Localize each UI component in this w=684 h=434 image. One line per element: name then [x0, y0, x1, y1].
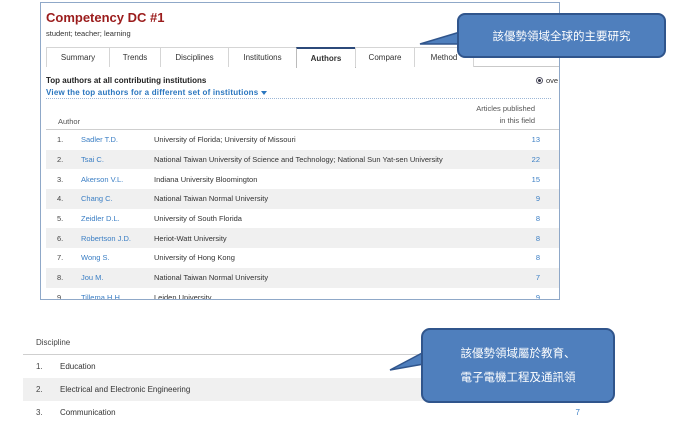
- article-count-link[interactable]: 8: [524, 234, 540, 243]
- table-row: 2. Tsai C. National Taiwan University of S…: [46, 149, 559, 170]
- row-number: 6.: [57, 233, 64, 243]
- radio-selected-icon[interactable]: [536, 77, 543, 84]
- column-header-discipline[interactable]: Discipline: [36, 338, 70, 347]
- author-name-link[interactable]: Tsai C.: [81, 155, 154, 164]
- article-count-link[interactable]: 9: [524, 194, 540, 203]
- institution-name: National Taiwan University of Science an…: [154, 155, 443, 165]
- author-name-link[interactable]: Chang C.: [81, 194, 154, 203]
- author-table: 1. Sadler T.D. University of Florida; Univ…: [46, 130, 559, 300]
- institution-name: University of Hong Kong: [154, 253, 235, 263]
- author-name-link[interactable]: Robertson J.D.: [81, 234, 154, 243]
- row-number: 7.: [57, 253, 64, 263]
- table-row: 3. Akerson V.L. Indiana University Bloomin…: [46, 169, 559, 189]
- discipline-name: Communication: [60, 408, 116, 417]
- callout-arrow-icon: [419, 30, 461, 45]
- overview-radio-option[interactable]: ove: [536, 76, 558, 85]
- row-number: 8.: [57, 273, 64, 283]
- callout-line-2: 電子電機工程及通訊領: [460, 371, 576, 384]
- table-row: 4. Chang C. National Taiwan Normal Univers…: [46, 189, 559, 209]
- institution-name: Leiden University: [154, 292, 212, 300]
- article-count-link[interactable]: 15: [524, 175, 540, 184]
- radio-label: ove: [546, 76, 559, 85]
- tab-institutions[interactable]: Institutions: [228, 47, 297, 67]
- table-row: 6. Robertson J.D. Heriot-Watt University 8: [46, 228, 559, 249]
- callout-research-note: 該優勢領域全球的主要研究: [457, 13, 666, 58]
- institution-name: National Taiwan Normal University: [154, 194, 269, 204]
- table-row: 1. Sadler T.D. University of Florida; Univ…: [46, 130, 559, 150]
- row-number: 2.: [36, 385, 43, 394]
- row-number: 5.: [57, 214, 64, 224]
- table-row: 8. Jou M. National Taiwan Normal Universit…: [46, 267, 559, 288]
- row-number: 1.: [57, 135, 64, 145]
- table-row: 9. Tillema H.H. Leiden University 9: [46, 288, 559, 300]
- page-title: Competency DC #1: [46, 10, 165, 25]
- tab-disciplines[interactable]: Disciplines: [160, 47, 229, 67]
- row-number: 1.: [36, 362, 43, 371]
- list-item: 3. Communication 7: [23, 401, 588, 424]
- section-heading: Top authors at all contributing institut…: [46, 76, 207, 85]
- page-subtitle: student; teacher; learning: [46, 29, 131, 38]
- author-name-link[interactable]: Jou M.: [81, 273, 154, 282]
- author-name-link[interactable]: Sadler T.D.: [81, 135, 154, 144]
- change-institutions-link[interactable]: View the top authors for a different set…: [46, 88, 268, 97]
- table-row: 7. Wong S. University of Hong Kong 8: [46, 248, 559, 268]
- author-name-link[interactable]: Zeidler D.L.: [81, 214, 154, 223]
- article-count-link[interactable]: 8: [524, 253, 540, 262]
- institution-name: National Taiwan Normal University: [154, 273, 269, 283]
- institution-name: University of Florida; University of Mis…: [154, 135, 296, 145]
- row-number: 9.: [57, 292, 64, 300]
- dotted-divider: [46, 98, 551, 99]
- author-name-link[interactable]: Tillema H.H.: [81, 293, 154, 299]
- table-row: 5. Zeidler D.L. University of South Florid…: [46, 209, 559, 229]
- tab-trends[interactable]: Trends: [109, 47, 161, 67]
- article-count-link[interactable]: 13: [524, 135, 540, 144]
- column-header-articles[interactable]: Articles published in this field: [461, 103, 535, 127]
- tab-authors[interactable]: Authors: [296, 47, 356, 68]
- institution-name: Heriot-Watt University: [154, 233, 227, 243]
- author-name-link[interactable]: Wong S.: [81, 253, 154, 262]
- row-number: 3.: [57, 174, 64, 184]
- column-header-articles-line1: Articles published: [476, 104, 535, 113]
- callout-discipline-note: 該優勢領域屬於教育、 電子電機工程及通訊領: [421, 328, 615, 403]
- article-count-link[interactable]: 22: [524, 155, 540, 164]
- caret-down-icon: [261, 90, 268, 95]
- tab-compare[interactable]: Compare: [355, 47, 415, 67]
- change-institutions-label: View the top authors for a different set…: [46, 88, 259, 97]
- institution-name: University of South Florida: [154, 214, 242, 224]
- tab-summary[interactable]: Summary: [46, 47, 110, 67]
- discipline-count-link[interactable]: 7: [565, 408, 580, 417]
- article-count-link[interactable]: 7: [524, 273, 540, 282]
- institution-name: Indiana University Bloomington: [154, 174, 258, 184]
- column-header-author[interactable]: Author: [58, 117, 80, 126]
- row-number: 4.: [57, 194, 64, 204]
- article-count-link[interactable]: 8: [524, 214, 540, 223]
- column-header-articles-line2: in this field: [499, 116, 535, 125]
- article-count-link[interactable]: 9: [524, 293, 540, 299]
- callout-line-1: 該優勢領域屬於教育、: [460, 347, 576, 360]
- row-number: 2.: [57, 155, 64, 165]
- author-name-link[interactable]: Akerson V.L.: [81, 175, 154, 184]
- row-number: 3.: [36, 408, 43, 417]
